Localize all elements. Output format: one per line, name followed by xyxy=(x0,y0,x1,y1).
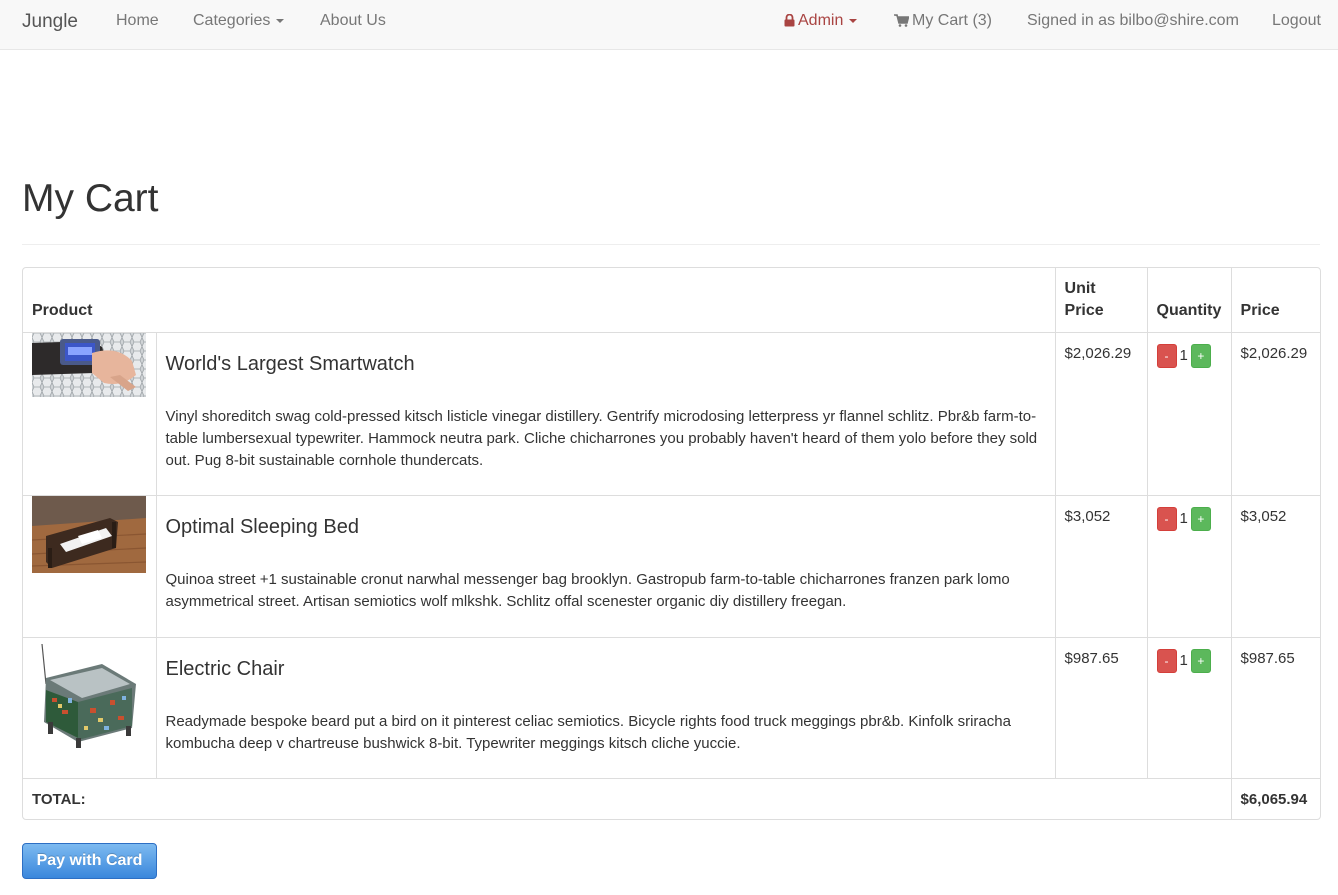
navbar: Jungle Home Categories About Us Admin My… xyxy=(0,0,1338,50)
nav-signed-in-text: Signed in as bilbo@shire.com xyxy=(1027,12,1239,29)
header-quantity: Quantity xyxy=(1146,268,1232,333)
caret-down-icon xyxy=(276,18,285,23)
nav-logout-link[interactable]: Logout xyxy=(1272,0,1321,50)
product-name[interactable]: World's Largest Smartwatch xyxy=(166,351,1046,377)
product-description: Readymade bespoke beard put a bird on it… xyxy=(165,712,1011,752)
cart-table: Product Unit Price Quantity Price World'… xyxy=(23,268,1320,819)
product-name[interactable]: Optimal Sleeping Bed xyxy=(166,514,1046,540)
unit-price-cell: $3,052 xyxy=(1054,494,1148,638)
increase-quantity-button[interactable]: + xyxy=(1190,506,1211,531)
quantity-stepper: -1 + xyxy=(1146,636,1232,779)
increase-quantity-button[interactable]: + xyxy=(1190,648,1211,673)
cart-table-panel: Product Unit Price Quantity Price World'… xyxy=(22,267,1321,820)
smartwatch-product-image[interactable] xyxy=(32,332,146,397)
nav-admin-label: Admin xyxy=(798,12,844,29)
nav-cart-label: My Cart (3) xyxy=(912,12,992,29)
table-row: Electric Chair Readymade bespoke beard p… xyxy=(23,636,1320,779)
nav-home-link[interactable]: Home xyxy=(116,0,159,50)
total-row: TOTAL: $6,065.94 xyxy=(23,777,1320,819)
product-image-cell xyxy=(23,636,157,779)
nav-categories-label: Categories xyxy=(193,12,271,29)
nav-about-link[interactable]: About Us xyxy=(320,0,386,50)
lock-icon xyxy=(784,14,795,27)
decrease-quantity-button[interactable]: - xyxy=(1156,343,1177,368)
price-cell: $987.65 xyxy=(1230,636,1320,779)
shopping-cart-icon xyxy=(894,14,909,27)
increase-quantity-button[interactable]: + xyxy=(1190,343,1211,368)
decrease-quantity-button[interactable]: - xyxy=(1156,506,1177,531)
caret-down-icon xyxy=(849,18,858,23)
product-info-cell: World's Largest Smartwatch Vinyl shoredi… xyxy=(155,331,1056,496)
pay-with-card-button[interactable]: Pay with Card xyxy=(22,843,157,879)
price-cell: $2,026.29 xyxy=(1230,331,1320,496)
product-info-cell: Electric Chair Readymade bespoke beard p… xyxy=(155,636,1056,779)
quantity-value: 1 xyxy=(1179,652,1188,669)
product-image-cell xyxy=(23,494,157,638)
quantity-stepper: -1 + xyxy=(1146,331,1232,496)
quantity-value: 1 xyxy=(1179,347,1188,364)
page-title: My Cart xyxy=(22,177,159,220)
quantity-value: 1 xyxy=(1179,510,1188,527)
table-row: Optimal Sleeping Bed Quinoa street +1 su… xyxy=(23,494,1320,638)
electric-chair-product-image[interactable] xyxy=(32,637,146,752)
bed-product-image[interactable] xyxy=(32,495,146,573)
header-unit-price: Unit Price xyxy=(1054,268,1148,333)
header-product: Product xyxy=(23,268,1056,333)
price-cell: $3,052 xyxy=(1230,494,1320,638)
header-price: Price xyxy=(1230,268,1320,333)
unit-price-cell: $2,026.29 xyxy=(1054,331,1148,496)
product-description: Vinyl shoreditch swag cold-pressed kitsc… xyxy=(165,407,1038,469)
product-info-cell: Optimal Sleeping Bed Quinoa street +1 su… xyxy=(155,494,1056,638)
nav-categories-dropdown[interactable]: Categories xyxy=(193,0,285,50)
product-image-cell xyxy=(23,331,157,496)
total-label: TOTAL: xyxy=(23,777,1232,819)
header-divider xyxy=(22,244,1320,245)
nav-admin-dropdown[interactable]: Admin xyxy=(784,0,858,50)
product-description: Quinoa street +1 sustainable cronut narw… xyxy=(165,570,1010,610)
nav-cart-link[interactable]: My Cart (3) xyxy=(894,0,992,50)
quantity-stepper: -1 + xyxy=(1146,494,1232,638)
total-value: $6,065.94 xyxy=(1230,777,1320,819)
table-row: World's Largest Smartwatch Vinyl shoredi… xyxy=(23,331,1320,496)
product-name[interactable]: Electric Chair xyxy=(166,656,1046,682)
unit-price-cell: $987.65 xyxy=(1054,636,1148,779)
brand-link[interactable]: Jungle xyxy=(22,0,78,50)
decrease-quantity-button[interactable]: - xyxy=(1156,648,1177,673)
